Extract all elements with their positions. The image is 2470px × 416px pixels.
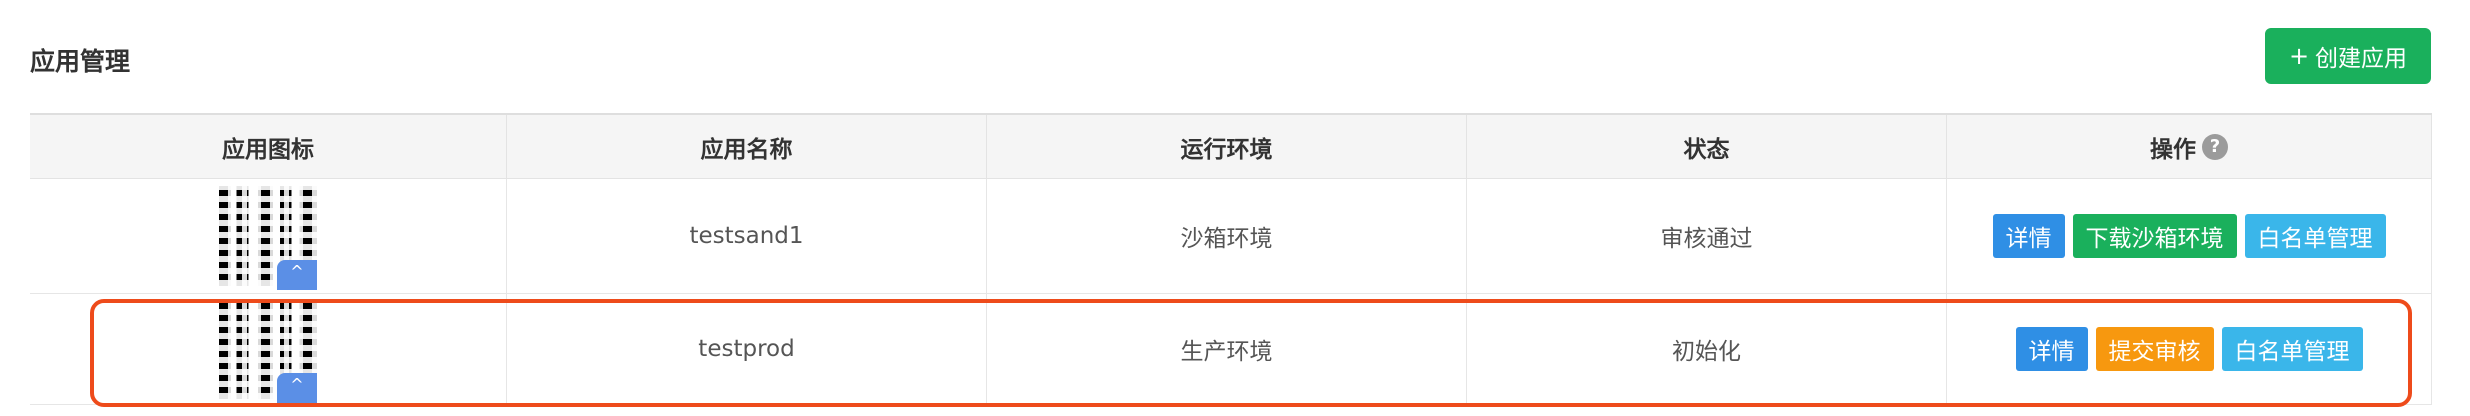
actions-cell: 详情 下载沙箱环境 白名单管理 (1947, 179, 2432, 293)
app-qr-icon: ^ (219, 186, 317, 290)
detail-button[interactable]: 详情 (2015, 327, 2088, 371)
status-cell: 初始化 (1467, 294, 1947, 404)
create-app-button[interactable]: + 创建应用 (2265, 28, 2431, 84)
app-qr-icon: ^ (219, 299, 317, 403)
env-cell: 生产环境 (987, 294, 1467, 404)
submit-review-button[interactable]: 提交审核 (2095, 327, 2214, 371)
app-icon-cell: ^ (30, 179, 507, 293)
plus-icon: + (2288, 42, 2310, 70)
header-env: 运行环境 (987, 115, 1467, 178)
download-sandbox-button[interactable]: 下载沙箱环境 (2072, 214, 2237, 258)
app-badge-icon: ^ (277, 260, 317, 290)
whitelist-button[interactable]: 白名单管理 (2244, 214, 2386, 258)
table-row: ^ testprod 生产环境 初始化 详情 提交审核 白名单管理 (30, 294, 2432, 405)
app-icon-cell: ^ (30, 294, 507, 404)
create-app-label: 创建应用 (2315, 46, 2408, 72)
env-cell: 沙箱环境 (987, 179, 1467, 293)
header-actions: 操作 ? (1947, 115, 2432, 178)
status-cell: 审核通过 (1467, 179, 1947, 293)
actions-cell: 详情 提交审核 白名单管理 (1947, 294, 2432, 404)
app-badge-icon: ^ (277, 373, 317, 403)
header-app-name: 应用名称 (507, 115, 987, 178)
header-actions-label: 操作 (2150, 136, 2196, 163)
detail-button[interactable]: 详情 (1992, 214, 2065, 258)
header-app-icon: 应用图标 (30, 115, 507, 178)
table-row: ^ testsand1 沙箱环境 审核通过 详情 下载沙箱环境 白名单管理 (30, 179, 2432, 294)
header-status: 状态 (1467, 115, 1947, 178)
whitelist-button[interactable]: 白名单管理 (2221, 327, 2363, 371)
page-title: 应用管理 (30, 47, 131, 76)
app-name-cell: testsand1 (507, 179, 987, 293)
app-table: 应用图标 应用名称 运行环境 状态 操作 ? ^ testsand1 沙箱环境 … (30, 113, 2432, 416)
app-name-cell: testprod (507, 294, 987, 404)
table-header: 应用图标 应用名称 运行环境 状态 操作 ? (30, 115, 2432, 179)
help-icon[interactable]: ? (2202, 133, 2228, 160)
